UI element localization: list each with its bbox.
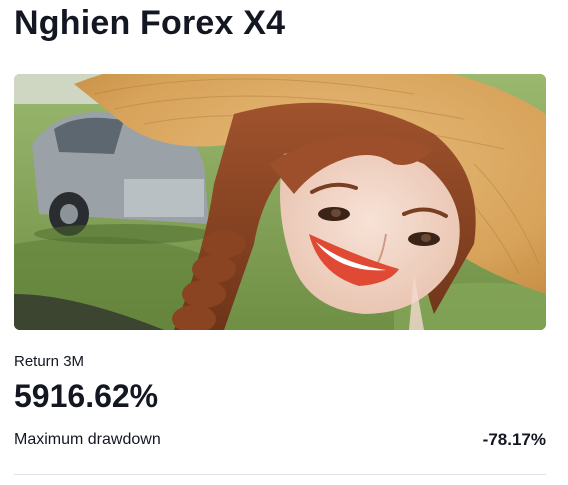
- cover-photo-illustration: [14, 74, 546, 330]
- return-3m-value: 5916.62%: [14, 378, 159, 414]
- strategy-card[interactable]: Nghien Forex X4 Return 3M 5916.62% Maxim…: [0, 0, 568, 485]
- max-drawdown-value: -78.17%: [482, 430, 546, 449]
- max-drawdown-row: Maximum drawdown -78.17%: [14, 428, 546, 452]
- cover-photo[interactable]: [14, 74, 546, 330]
- card-title[interactable]: Nghien Forex X4: [14, 0, 285, 46]
- return-3m-label: Return 3M: [14, 353, 85, 370]
- max-drawdown-label: Maximum drawdown: [14, 431, 161, 448]
- divider: [14, 474, 546, 475]
